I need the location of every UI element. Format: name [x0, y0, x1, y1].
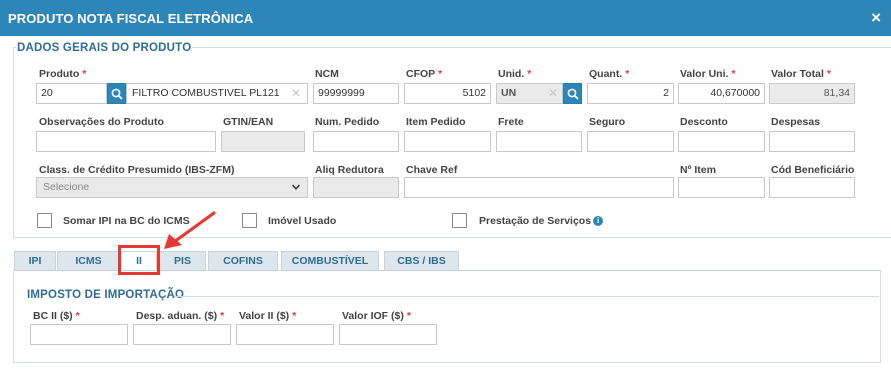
- label-class-credito: Class. de Crédito Presumido (IBS-ZFM): [39, 164, 235, 176]
- desp-aduan-input[interactable]: [133, 324, 231, 345]
- gtin-input[interactable]: [221, 131, 305, 152]
- label-cod-beneficiario: Cód Beneficiário: [771, 164, 855, 176]
- label-gtin: GTIN/EAN: [223, 116, 274, 128]
- somar-ipi-checkbox[interactable]: [37, 213, 52, 228]
- observacoes-input[interactable]: [36, 131, 216, 152]
- chevron-down-icon: [291, 184, 301, 190]
- tab-ipi[interactable]: IPI: [14, 251, 56, 271]
- label-ncm: NCM: [315, 68, 339, 80]
- label-valor-ii: Valor II ($) *: [239, 310, 297, 322]
- label-observacoes: Observações do Produto: [39, 116, 164, 128]
- label-unid: Unid. *: [498, 68, 532, 80]
- class-credito-selected: Selecione: [43, 181, 90, 193]
- clear-icon[interactable]: ✕: [291, 86, 301, 100]
- produto-code-input[interactable]: 20: [36, 83, 107, 104]
- label-cfop: CFOP *: [406, 68, 443, 80]
- label-desconto: Desconto: [680, 116, 728, 128]
- unid-search-button[interactable]: [563, 83, 582, 104]
- label-item-pedido: Item Pedido: [406, 116, 466, 128]
- tab-cofins[interactable]: COFINS: [208, 251, 278, 271]
- tab-cbs-ibs[interactable]: CBS / IBS: [384, 251, 459, 271]
- class-credito-select[interactable]: Selecione: [36, 177, 308, 198]
- import-tax-title: IMPOSTO DE IMPORTAÇÃO: [27, 289, 185, 301]
- label-bc-ii: BC II ($) *: [33, 310, 80, 322]
- label-despesas: Despesas: [771, 116, 821, 128]
- imovel-usado-label: Imóvel Usado: [268, 215, 337, 227]
- label-produto: Produto *: [39, 68, 87, 80]
- valor-uni-input[interactable]: 40,670000: [678, 83, 765, 104]
- label-desp-aduan: Desp. aduan. ($) *: [136, 310, 225, 322]
- annotation-highlight-box: [118, 245, 160, 275]
- bc-ii-input[interactable]: [30, 324, 128, 345]
- valor-ii-input[interactable]: [236, 324, 334, 345]
- n-item-input[interactable]: [678, 177, 765, 198]
- prestacao-servicos-label: Prestação de Serviços i: [479, 215, 604, 227]
- annotation-arrow: [164, 211, 216, 249]
- prestacao-servicos-checkbox[interactable]: [452, 213, 467, 228]
- search-icon: [111, 88, 123, 100]
- item-pedido-input[interactable]: [404, 131, 491, 152]
- clear-icon[interactable]: ✕: [548, 86, 558, 100]
- label-aliq-redutora: Aliq Redutora: [315, 164, 384, 176]
- tab-pis[interactable]: PIS: [159, 251, 206, 271]
- search-icon: [567, 88, 579, 100]
- ncm-input[interactable]: 99999999: [313, 83, 399, 104]
- close-icon[interactable]: ×: [871, 9, 881, 26]
- frete-input[interactable]: [496, 131, 582, 152]
- num-pedido-input[interactable]: [313, 131, 399, 152]
- label-valor-iof: Valor IOF ($) *: [342, 310, 411, 322]
- import-tax-divider: [174, 296, 879, 297]
- label-chave-ref: Chave Ref: [406, 164, 458, 176]
- aliq-redutora-input[interactable]: [313, 177, 399, 198]
- chave-ref-input[interactable]: [404, 177, 674, 198]
- produto-search-button[interactable]: [107, 83, 126, 104]
- modal-header: PRODUTO NOTA FISCAL ELETRÔNICA ×: [0, 0, 891, 36]
- label-valor-total: Valor Total *: [771, 68, 831, 80]
- seguro-input[interactable]: [587, 131, 674, 152]
- valor-iof-input[interactable]: [339, 324, 437, 345]
- tab-combustivel[interactable]: COMBUSTÍVEL: [281, 251, 379, 271]
- desconto-input[interactable]: [678, 131, 765, 152]
- cod-beneficiario-input[interactable]: [769, 177, 855, 198]
- tab-icms[interactable]: ICMS: [57, 251, 120, 271]
- despesas-input[interactable]: [769, 131, 855, 152]
- label-num-pedido: Num. Pedido: [315, 116, 380, 128]
- label-seguro: Seguro: [589, 116, 626, 128]
- valor-total-input[interactable]: 81,34: [769, 83, 855, 104]
- modal-title: PRODUTO NOTA FISCAL ELETRÔNICA: [8, 11, 254, 26]
- label-valor-uni: Valor Uni. *: [680, 68, 736, 80]
- general-data-title: DADOS GERAIS DO PRODUTO: [16, 42, 193, 54]
- label-frete: Frete: [498, 116, 524, 128]
- label-n-item: Nº Item: [680, 164, 716, 176]
- imovel-usado-checkbox[interactable]: [242, 213, 257, 228]
- label-quant: Quant. *: [589, 68, 630, 80]
- info-icon[interactable]: i: [593, 216, 604, 227]
- cfop-input[interactable]: 5102: [404, 83, 491, 104]
- quant-input[interactable]: 2: [587, 83, 674, 104]
- produto-description-input[interactable]: FILTRO COMBUSTIVEL PL121: [126, 83, 308, 104]
